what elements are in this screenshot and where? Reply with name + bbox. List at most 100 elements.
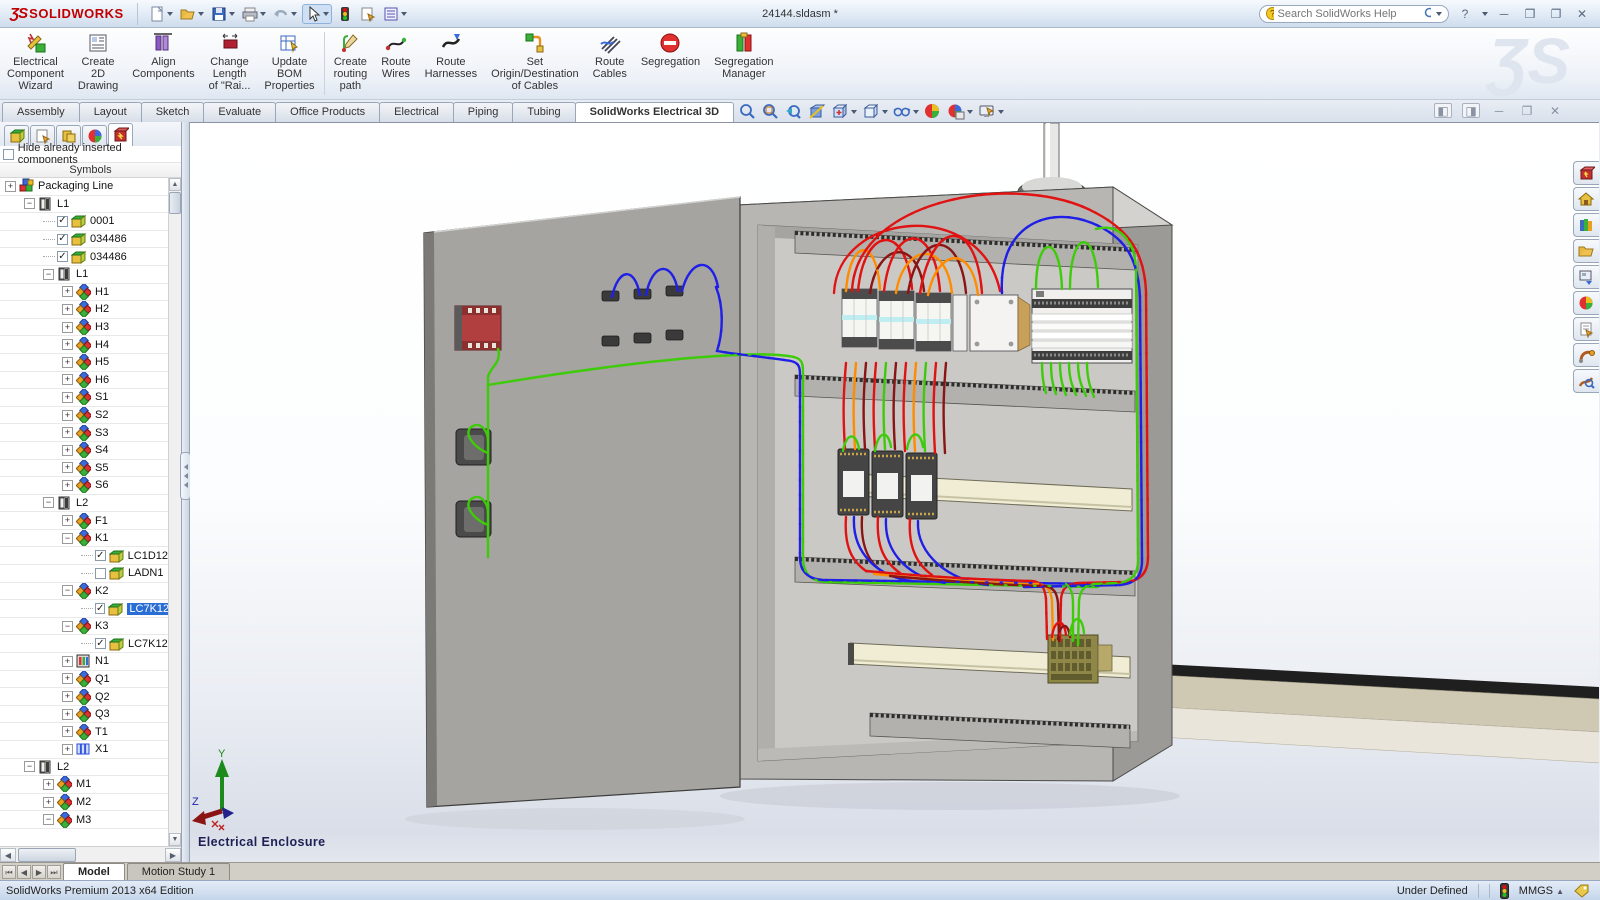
help-button[interactable]: ? [1455,7,1475,21]
hscroll-thumb[interactable] [18,848,76,862]
expand-toggle[interactable]: + [62,445,73,456]
study-tab-nav[interactable]: ⏮◀▶⏭ [0,865,63,880]
panel-splitter[interactable] [182,122,190,862]
create-2d-drawing-button[interactable]: Create2DDrawing [71,28,125,99]
tree-item-f1[interactable]: +F1 [0,512,168,530]
route-wires-button[interactable]: RouteWires [374,28,417,99]
previous-view-button[interactable] [784,102,804,122]
expand-toggle[interactable]: + [62,357,73,368]
tree-item-q3[interactable]: +Q3 [0,706,168,724]
visibility-checkbox[interactable]: ✓ [57,234,68,245]
performance-button[interactable] [335,5,355,23]
pane-right-toggle[interactable]: ◨ [1462,103,1480,118]
tree-item-m2[interactable]: +M2 [0,794,168,812]
hide-show-items-button[interactable] [892,102,920,122]
select-button[interactable] [302,4,332,24]
collapse-toggle[interactable]: − [62,621,73,632]
align-components-button[interactable]: AlignComponents [125,28,201,99]
tree-item-q2[interactable]: +Q2 [0,688,168,706]
save-button[interactable] [209,5,237,23]
print-button[interactable] [240,5,268,23]
expand-toggle[interactable]: + [62,427,73,438]
view-settings-button[interactable] [977,102,1005,122]
expand-toggle[interactable]: + [62,673,73,684]
apply-scene-button[interactable] [946,102,974,122]
tree-item-034486[interactable]: ✓034486 [0,231,168,249]
expand-toggle[interactable]: + [43,779,54,790]
scroll-left-arrow[interactable]: ◀ [0,848,16,862]
help-caret[interactable] [1482,12,1488,16]
expand-toggle[interactable]: + [62,392,73,403]
search-input[interactable] [1278,8,1420,20]
scroll-right-arrow[interactable]: ▶ [165,848,181,862]
collapse-toggle[interactable]: − [62,533,73,544]
tag-icon[interactable] [1574,884,1590,898]
change-length-button[interactable]: ChangeLengthof "Rai... [202,28,258,99]
edit-appearance-button[interactable] [923,102,943,122]
study-tab-model[interactable]: Model [63,863,125,880]
view-list-button[interactable] [381,5,409,23]
expand-toggle[interactable]: + [62,480,73,491]
collapse-toggle[interactable]: − [43,814,54,825]
update-bom-button[interactable]: UpdateBOMProperties [257,28,321,99]
undo-button[interactable] [271,5,299,23]
tree-item-s3[interactable]: +S3 [0,424,168,442]
set-origin-destination-button[interactable]: SetOrigin/Destinationof Cables [484,28,585,99]
units-selector[interactable]: MMGS ▲ [1519,885,1564,897]
tree-item-m1[interactable]: +M1 [0,776,168,794]
visibility-checkbox[interactable]: ✓ [57,251,68,262]
tab-evaluate[interactable]: Evaluate [203,102,276,122]
hide-inserted-checkbox[interactable] [3,149,14,160]
expand-toggle[interactable]: + [62,410,73,421]
route-harnesses-button[interactable]: RouteHarnesses [418,28,485,99]
performance-traffic-light-icon[interactable] [1500,883,1509,899]
tree-item-k1[interactable]: −K1 [0,530,168,548]
tree-item-l1[interactable]: −L1 [0,196,168,214]
taskpane-tab-file-explorer[interactable] [1573,239,1599,263]
expand-toggle[interactable]: + [62,374,73,385]
tree-item-m3[interactable]: −M3 [0,811,168,829]
tree-item-s6[interactable]: +S6 [0,477,168,495]
minimize-button[interactable]: ─ [1494,7,1514,21]
conveyor-beam[interactable] [1160,664,1599,763]
collapse-toggle[interactable]: − [24,198,35,209]
tree-item-x1[interactable]: +X1 [0,741,168,759]
tree-item-t1[interactable]: +T1 [0,723,168,741]
taskpane-tab-appearances-scenes[interactable] [1573,291,1599,315]
tree-item-h6[interactable]: +H6 [0,372,168,390]
tab-tubing[interactable]: Tubing [512,102,575,122]
tree-item-lc7k12[interactable]: ✓LC7K12 [0,635,168,653]
tree-item-ladn1[interactable]: LADN1 [0,565,168,583]
tab-electrical[interactable]: Electrical [379,102,454,122]
study-tab-motion-study-1[interactable]: Motion Study 1 [127,863,230,880]
tree-item-034486[interactable]: ✓034486 [0,248,168,266]
expand-toggle[interactable]: + [62,286,73,297]
tree-item-lc7k12[interactable]: ✓LC7K12 [0,600,168,618]
expand-toggle[interactable]: + [62,691,73,702]
expand-toggle[interactable]: + [62,709,73,720]
collapse-toggle[interactable]: − [62,585,73,596]
tree-item-h5[interactable]: +H5 [0,354,168,372]
expand-toggle[interactable]: + [62,726,73,737]
visibility-checkbox[interactable]: ✓ [95,638,106,649]
tree-item-k2[interactable]: −K2 [0,583,168,601]
tree-item-h1[interactable]: +H1 [0,284,168,302]
tree-item-h2[interactable]: +H2 [0,301,168,319]
circuit-breakers[interactable] [842,289,967,351]
expand-toggle[interactable]: + [5,181,16,192]
route-cables-button[interactable]: RouteCables [586,28,634,99]
taskpane-tab-custom-properties[interactable] [1573,317,1599,341]
main-contactor[interactable] [970,295,1030,351]
doc-minimize-button[interactable]: ─ [1490,103,1508,118]
search-icon[interactable] [1424,7,1432,20]
expand-toggle[interactable]: + [62,304,73,315]
tree-item-s4[interactable]: +S4 [0,442,168,460]
taskpane-tab-design-library[interactable] [1573,213,1599,237]
taskpane-tab-view-palette[interactable] [1573,265,1599,289]
tab-solidworks-electrical-3d[interactable]: SolidWorks Electrical 3D [575,102,734,122]
tree-item-s1[interactable]: +S1 [0,389,168,407]
tree-item-lc1d12[interactable]: ✓LC1D12 [0,547,168,565]
last-tab-arrow[interactable]: ⏭ [47,865,61,879]
taskpane-tab-solidworks-resources[interactable] [1573,187,1599,211]
expand-toggle[interactable]: + [43,797,54,808]
